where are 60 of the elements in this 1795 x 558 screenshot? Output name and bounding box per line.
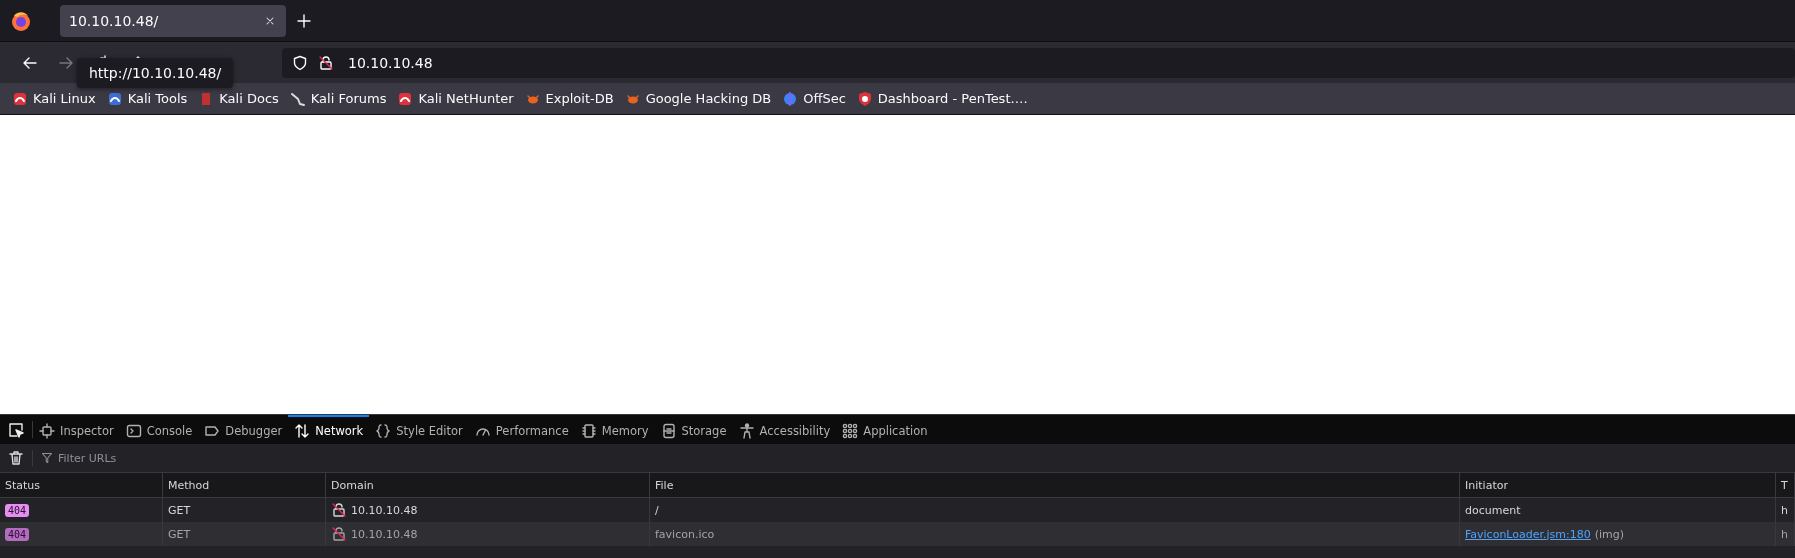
bookmark[interactable]: Dashboard - PenTest.… [856, 90, 1028, 107]
devtools-tab[interactable]: Memory [574, 415, 655, 444]
bookmark[interactable]: Kali Forums [289, 90, 387, 107]
bookmark[interactable]: Kali NetHunter [397, 90, 514, 107]
insecure-lock-icon [331, 502, 347, 518]
insecure-lock-icon [331, 526, 347, 542]
trash-icon [8, 450, 24, 466]
devtools-tab[interactable]: Debugger [198, 415, 289, 444]
column-header[interactable]: Domain [326, 473, 650, 498]
browser-tab[interactable]: 10.10.10.48/ [60, 4, 286, 37]
devtools-tab[interactable]: Inspector [33, 415, 120, 444]
file-cell: favicon.ico [650, 522, 1460, 546]
devtools-tab[interactable]: Performance [468, 415, 575, 444]
shield-icon [856, 90, 873, 107]
bookmark[interactable]: Kali Tools [106, 90, 188, 107]
bookmark[interactable]: OffSec [782, 90, 846, 107]
devtools-tab[interactable]: Application [836, 415, 934, 444]
bookmark[interactable]: Google Hacking DB [624, 90, 772, 107]
devtools-tab[interactable]: Accessibility [732, 415, 837, 444]
devtools-tab[interactable]: Style Editor [369, 415, 469, 444]
person-icon [738, 422, 755, 439]
inspector-icon [39, 422, 55, 439]
bookmark[interactable]: Kali Docs [198, 90, 279, 107]
table-cell: h [1776, 522, 1795, 546]
dot-grid-icon [842, 422, 859, 439]
initiator-note: (img) [1594, 527, 1625, 541]
file-cell: / [650, 498, 1460, 522]
bookmark[interactable]: Kali Linux [12, 90, 96, 107]
column-header[interactable]: File [650, 473, 1460, 498]
insecure-lock-icon [318, 54, 334, 71]
console-icon [125, 422, 142, 439]
method-cell: GET [163, 522, 326, 546]
devtools-tab[interactable]: Console [119, 415, 199, 444]
domain-text: 10.10.10.48 [351, 503, 418, 517]
tooltip: http://10.10.10.48/ [77, 58, 234, 88]
initiator-link[interactable]: FaviconLoader.jsm:180 [1465, 527, 1591, 541]
up-down-arrows-icon [294, 422, 311, 439]
table-cell: h [1776, 498, 1795, 522]
browser-logo-icon[interactable] [10, 9, 32, 32]
column-header[interactable]: T [1776, 473, 1795, 498]
split-circle-icon [782, 90, 799, 107]
bookmark[interactable]: Exploit-DB [524, 90, 614, 107]
column-header[interactable]: Initiator [1460, 473, 1776, 498]
filter-icon [41, 452, 53, 464]
storage-icon [660, 422, 677, 439]
column-header[interactable]: Method [163, 473, 326, 498]
column-header[interactable]: Status [0, 473, 163, 498]
shield-icon [292, 54, 308, 71]
status-code: 404 [5, 527, 30, 541]
chip-icon [580, 422, 597, 439]
domain-text: 10.10.10.48 [351, 527, 418, 541]
filter-field[interactable]: Filter URLs [58, 451, 318, 465]
initiator-text: document [1465, 503, 1521, 517]
element-picker-icon [8, 421, 24, 438]
method-cell: GET [163, 498, 326, 522]
address-field[interactable]: 10.10.10.48 [348, 54, 748, 71]
devtools-tab[interactable]: Storage [654, 415, 733, 444]
status-code: 404 [5, 503, 30, 517]
new-tab-icon [296, 12, 312, 29]
braces-icon [375, 422, 392, 439]
